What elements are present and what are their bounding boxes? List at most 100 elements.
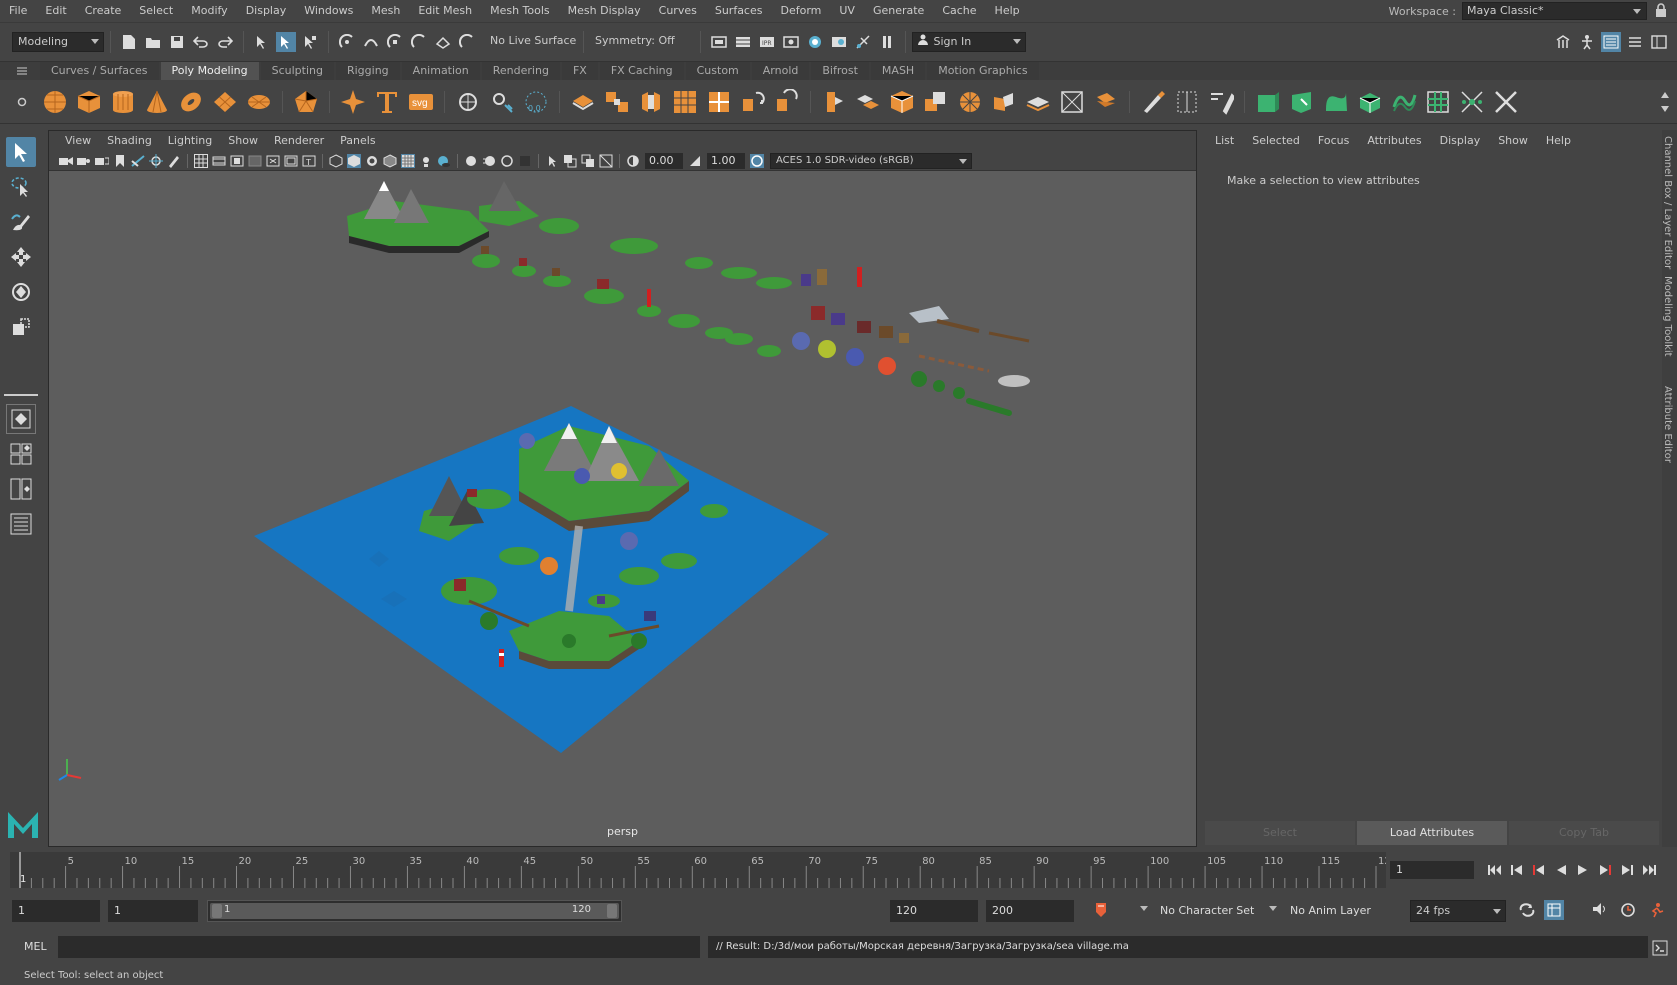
- animation-preferences-icon[interactable]: [1620, 902, 1636, 921]
- shelf-tab-arnold[interactable]: Arnold: [751, 62, 810, 80]
- safe-action-icon[interactable]: [284, 154, 298, 168]
- wireframe-on-shaded-icon[interactable]: [383, 153, 397, 168]
- ae-menu-display[interactable]: Display: [1431, 130, 1490, 152]
- uv-editor-icon[interactable]: [1058, 88, 1086, 116]
- scale-tool-icon[interactable]: [6, 312, 36, 342]
- bookmark-icon[interactable]: [113, 154, 127, 168]
- mash-break-icon[interactable]: [1492, 88, 1520, 116]
- current-frame-field[interactable]: 1: [1390, 861, 1474, 879]
- poly-cylinder-icon[interactable]: [109, 88, 137, 116]
- sound-icon[interactable]: [1592, 902, 1608, 919]
- channel-box-icon[interactable]: [1649, 32, 1669, 52]
- target-weld-icon[interactable]: [773, 88, 801, 116]
- tab-attribute-editor[interactable]: Attribute Editor: [1662, 380, 1673, 480]
- shelf-menu-icon[interactable]: [14, 64, 30, 78]
- bridge-icon[interactable]: [603, 88, 631, 116]
- mirror-icon[interactable]: [854, 88, 882, 116]
- go-to-start-icon[interactable]: [1485, 860, 1505, 880]
- playback-end-field[interactable]: 120: [890, 900, 978, 922]
- tool-settings-icon[interactable]: [1625, 32, 1645, 52]
- xray-joints-icon[interactable]: [599, 154, 613, 168]
- fps-dropdown[interactable]: 24 fps: [1410, 900, 1506, 922]
- anti-aliasing-icon[interactable]: [500, 154, 514, 168]
- viewport-menu-renderer[interactable]: Renderer: [266, 131, 332, 151]
- separate-icon[interactable]: [488, 88, 516, 116]
- lasso-tool-icon[interactable]: [6, 172, 36, 202]
- ae-copy-tab-button[interactable]: Copy Tab: [1509, 821, 1659, 845]
- shelf-tab-poly-modeling[interactable]: Poly Modeling: [160, 62, 259, 80]
- poly-cone-icon[interactable]: [143, 88, 171, 116]
- snap-grid-icon[interactable]: [337, 32, 357, 52]
- shelf-tab-sculpting[interactable]: Sculpting: [260, 62, 334, 80]
- ae-menu-list[interactable]: List: [1206, 130, 1243, 152]
- select-component-icon[interactable]: [300, 32, 320, 52]
- render-frame-icon[interactable]: [709, 32, 729, 52]
- menu-surfaces[interactable]: Surfaces: [706, 0, 772, 22]
- live-surface-field[interactable]: No Live Surface: [485, 32, 577, 52]
- menu-curves[interactable]: Curves: [650, 0, 706, 22]
- view-transform-dropdown[interactable]: ACES 1.0 SDR-video (sRGB): [770, 152, 972, 169]
- merge-icon[interactable]: [739, 88, 767, 116]
- animation-start-field[interactable]: 1: [12, 900, 100, 922]
- play-backwards-icon[interactable]: [1551, 860, 1571, 880]
- snap-point-icon[interactable]: [385, 32, 405, 52]
- snap-view-icon[interactable]: [409, 32, 429, 52]
- menu-mesh[interactable]: Mesh: [362, 0, 409, 22]
- ae-select-button[interactable]: Select: [1205, 821, 1355, 845]
- camera-select-icon[interactable]: [59, 154, 73, 168]
- render-view-icon[interactable]: [733, 32, 753, 52]
- menu-modify[interactable]: Modify: [182, 0, 236, 22]
- shelf-tab-mash[interactable]: MASH: [870, 62, 926, 80]
- extrude-icon[interactable]: [569, 88, 597, 116]
- character-set-field[interactable]: No Character Set: [1154, 900, 1274, 922]
- isolate-select-icon[interactable]: [545, 154, 559, 168]
- undo-icon[interactable]: [191, 32, 211, 52]
- boolean-union-icon[interactable]: [888, 88, 916, 116]
- loop-icon[interactable]: [1518, 902, 1536, 921]
- anim-layer-dropdown-arrow[interactable]: [1269, 906, 1277, 911]
- symmetry-dropdown[interactable]: Symmetry: Off: [590, 32, 694, 52]
- viewport-menu-lighting[interactable]: Lighting: [160, 131, 220, 151]
- lock-icon[interactable]: [1655, 3, 1669, 19]
- single-perspective-layout-icon[interactable]: [6, 404, 36, 434]
- gamma-icon[interactable]: [688, 154, 702, 168]
- hypershade-icon[interactable]: [805, 32, 825, 52]
- ae-load-attributes-button[interactable]: Load Attributes: [1357, 821, 1507, 845]
- fill-hole-icon[interactable]: [820, 88, 848, 116]
- menu-edit-mesh[interactable]: Edit Mesh: [409, 0, 481, 22]
- field-chart-icon[interactable]: [266, 154, 280, 168]
- boolean-difference-icon[interactable]: [922, 88, 950, 116]
- super-shape-icon[interactable]: [339, 88, 367, 116]
- grease-pencil-icon[interactable]: [167, 154, 181, 168]
- camera-lock-icon[interactable]: [77, 154, 91, 168]
- shelf-settings-icon[interactable]: [14, 92, 30, 112]
- color-management-icon[interactable]: [750, 153, 764, 168]
- shelf-tab-custom[interactable]: Custom: [685, 62, 750, 80]
- four-view-layout-icon[interactable]: [6, 439, 36, 469]
- render-settings-icon[interactable]: [781, 32, 801, 52]
- bevel-icon[interactable]: [637, 88, 665, 116]
- step-forward-frame-icon[interactable]: [1617, 860, 1637, 880]
- ae-menu-help[interactable]: Help: [1537, 130, 1580, 152]
- menu-mesh-display[interactable]: Mesh Display: [559, 0, 650, 22]
- mash-distribute-icon[interactable]: [1288, 88, 1316, 116]
- shelf-tab-motion-graphics[interactable]: Motion Graphics: [927, 62, 1039, 80]
- scene-canvas[interactable]: persp: [49, 171, 1196, 846]
- viewport-menu-view[interactable]: View: [57, 131, 99, 151]
- new-scene-icon[interactable]: [119, 32, 139, 52]
- smooth-icon[interactable]: 0,0: [522, 88, 550, 116]
- step-back-key-icon[interactable]: [1529, 860, 1549, 880]
- textured-icon[interactable]: [401, 153, 415, 168]
- viewport-menu-shading[interactable]: Shading: [99, 131, 160, 151]
- ae-menu-selected[interactable]: Selected: [1243, 130, 1309, 152]
- mash-world-icon[interactable]: [1390, 88, 1418, 116]
- snap-live-icon[interactable]: [457, 32, 477, 52]
- select-object-icon[interactable]: [276, 32, 296, 52]
- multi-cut-icon[interactable]: [671, 88, 699, 116]
- uv-unfold-icon[interactable]: [1092, 88, 1120, 116]
- svg-tool-icon[interactable]: svg: [407, 88, 435, 116]
- gamma-field[interactable]: 1.00: [707, 152, 745, 169]
- mash-scatter-icon[interactable]: [1458, 88, 1486, 116]
- mash-grid-icon[interactable]: [1424, 88, 1452, 116]
- viewport-menu-panels[interactable]: Panels: [332, 131, 383, 151]
